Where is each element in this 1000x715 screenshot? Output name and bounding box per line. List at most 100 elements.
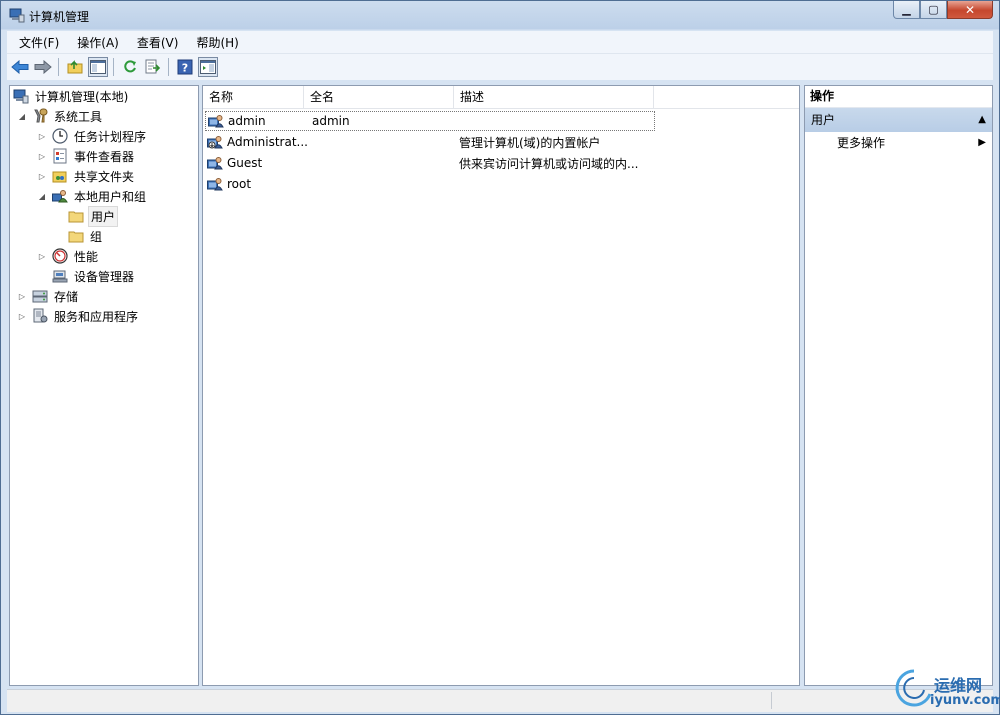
show-hide-tree-button[interactable] xyxy=(88,57,108,77)
back-arrow-icon xyxy=(11,60,29,74)
watermark-logo-icon xyxy=(895,669,932,707)
maximize-button[interactable]: ▢ xyxy=(920,1,947,19)
menu-view[interactable]: 查看(V) xyxy=(131,34,185,51)
forward-arrow-icon xyxy=(34,60,52,74)
user-description: 管理计算机(域)的内置帐户 xyxy=(459,135,601,150)
help-icon: ? xyxy=(177,59,193,75)
forward-button[interactable] xyxy=(33,57,53,77)
actions-header: 操作 xyxy=(805,86,992,108)
tree-node-root[interactable]: 计算机管理(本地) xyxy=(13,86,130,106)
refresh-button[interactable] xyxy=(120,57,140,77)
status-divider xyxy=(771,692,772,709)
expand-triangle-icon[interactable]: ▷ xyxy=(36,172,48,181)
watermark: 运维网 iyunv.com xyxy=(894,666,1000,714)
users-group-icon xyxy=(52,188,68,204)
tools-icon xyxy=(32,108,48,124)
tree-node-users[interactable]: 用户 xyxy=(68,205,119,227)
column-header-fullname[interactable]: 全名 xyxy=(304,86,454,108)
toolbar-separator xyxy=(113,58,114,76)
tree-label: 设备管理器 xyxy=(74,269,135,284)
tree-label: 共享文件夹 xyxy=(74,169,135,184)
toolbar-separator xyxy=(58,58,59,76)
tree-node-system-tools[interactable]: ◢ 系统工具 xyxy=(16,106,104,126)
actions-section-label: 用户 xyxy=(811,113,836,127)
list-header: 名称 全名 描述 xyxy=(203,86,799,109)
list-item-admin[interactable]: admin admin xyxy=(205,111,655,131)
column-header-description[interactable]: 描述 xyxy=(454,86,654,108)
up-level-button[interactable] xyxy=(65,57,85,77)
minimize-icon: ▁ xyxy=(902,3,911,16)
collapse-triangle-icon[interactable]: ◢ xyxy=(16,112,28,121)
watermark-url: iyunv.com xyxy=(930,693,1000,708)
list-item-administrator[interactable]: Administrat... 管理计算机(域)的内置帐户 xyxy=(205,132,655,152)
title-bar[interactable]: 计算机管理 ▁ ▢ ✕ xyxy=(1,1,999,29)
back-button[interactable] xyxy=(10,57,30,77)
window: 计算机管理 ▁ ▢ ✕ 文件(F) 操作(A) 查看(V) 帮助(H) ? 计算… xyxy=(0,0,1000,715)
menu-help[interactable]: 帮助(H) xyxy=(190,34,244,51)
help-button[interactable]: ? xyxy=(175,57,195,77)
user-icon xyxy=(205,155,225,171)
more-actions-label: 更多操作 xyxy=(837,136,886,150)
console-tree: 计算机管理(本地) ◢ 系统工具 ▷ 任务计划程序 ▷ 事件查看器 ▷ 共享文件… xyxy=(9,85,199,686)
minimize-button[interactable]: ▁ xyxy=(893,1,920,19)
status-bar xyxy=(7,689,993,712)
show-hide-action-pane-button[interactable] xyxy=(198,57,218,77)
expand-triangle-icon[interactable]: ▷ xyxy=(36,132,48,141)
tree-label: 系统工具 xyxy=(54,109,103,124)
user-icon xyxy=(206,113,226,129)
action-pane-icon xyxy=(200,60,216,74)
tree-label: 存储 xyxy=(54,289,79,304)
menu-action[interactable]: 操作(A) xyxy=(71,34,125,51)
toolbar-separator xyxy=(168,58,169,76)
user-fullname: admin xyxy=(312,114,350,128)
user-name: Administrat... xyxy=(227,135,308,149)
export-list-button[interactable] xyxy=(143,57,163,77)
window-title: 计算机管理 xyxy=(29,10,90,24)
expand-triangle-icon[interactable]: ▷ xyxy=(36,152,48,161)
tree-node-groups[interactable]: 组 xyxy=(68,226,104,246)
svg-text:?: ? xyxy=(182,62,188,75)
user-name: Guest xyxy=(227,156,263,170)
menu-bar: 文件(F) 操作(A) 查看(V) 帮助(H) xyxy=(7,31,993,54)
actions-section-users[interactable]: 用户 ▲ xyxy=(805,108,992,132)
expand-triangle-icon[interactable]: ▷ xyxy=(36,252,48,261)
list-item-guest[interactable]: Guest 供来宾访问计算机或访问域的内... xyxy=(205,153,655,173)
window-controls: ▁ ▢ ✕ xyxy=(893,1,993,21)
more-actions[interactable]: 更多操作 ▶ xyxy=(805,132,992,154)
tree-node-device-manager[interactable]: 设备管理器 xyxy=(52,266,136,286)
tree-node-performance[interactable]: ▷ 性能 xyxy=(36,246,100,266)
expand-triangle-icon[interactable]: ▷ xyxy=(16,312,28,321)
tree-label: 服务和应用程序 xyxy=(54,309,139,324)
clock-icon xyxy=(52,128,68,144)
tree-node-local-users-groups[interactable]: ◢ 本地用户和组 xyxy=(36,186,148,206)
user-icon xyxy=(205,176,225,192)
console-tree-icon xyxy=(90,60,106,74)
computer-management-icon xyxy=(9,7,25,23)
folder-up-icon xyxy=(67,60,83,74)
tree-node-task-scheduler[interactable]: ▷ 任务计划程序 xyxy=(36,126,148,146)
close-button[interactable]: ✕ xyxy=(947,1,993,19)
toolbar: ? xyxy=(7,54,993,80)
user-name: root xyxy=(227,177,252,191)
list-item-root[interactable]: root xyxy=(205,174,655,194)
tree-node-shared-folders[interactable]: ▷ 共享文件夹 xyxy=(36,166,136,186)
collapse-up-icon[interactable]: ▲ xyxy=(978,108,986,132)
device-manager-icon xyxy=(52,268,68,284)
column-header-name[interactable]: 名称 xyxy=(203,86,304,108)
shared-folder-icon xyxy=(52,168,68,184)
menu-file[interactable]: 文件(F) xyxy=(13,34,65,51)
tree-node-event-viewer[interactable]: ▷ 事件查看器 xyxy=(36,146,136,166)
tree-node-storage[interactable]: ▷ 存储 xyxy=(16,286,80,306)
collapse-triangle-icon[interactable]: ◢ xyxy=(36,192,48,201)
services-icon xyxy=(32,308,48,324)
submenu-arrow-icon: ▶ xyxy=(978,137,986,148)
tree-label: 事件查看器 xyxy=(74,149,135,164)
user-description: 供来宾访问计算机或访问域的内... xyxy=(459,156,639,171)
close-icon: ✕ xyxy=(964,2,976,17)
tree-label: 计算机管理(本地) xyxy=(35,89,129,104)
user-name: admin xyxy=(228,114,266,128)
tree-node-services-apps[interactable]: ▷ 服务和应用程序 xyxy=(16,306,140,326)
event-viewer-icon xyxy=(52,148,68,164)
expand-triangle-icon[interactable]: ▷ xyxy=(16,292,28,301)
tree-label: 用户 xyxy=(88,205,119,227)
